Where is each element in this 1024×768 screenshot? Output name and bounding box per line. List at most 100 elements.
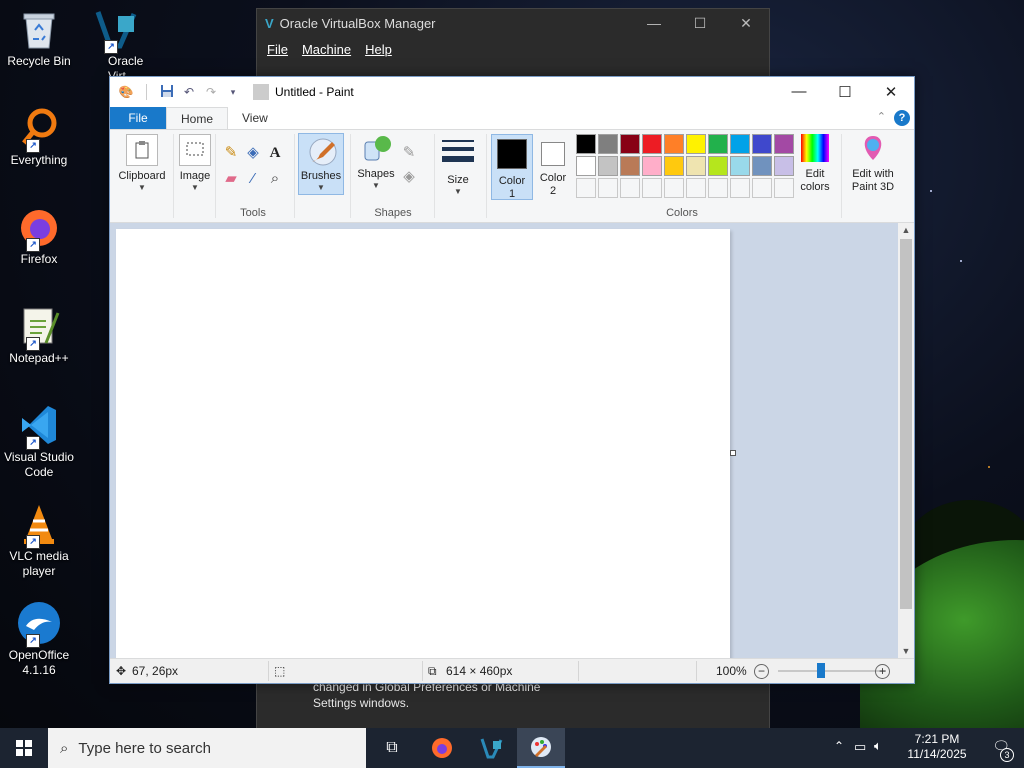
zoom-in-button[interactable]: + (875, 664, 890, 679)
menu-machine[interactable]: Machine (302, 42, 351, 57)
fill-icon[interactable]: ◈ (400, 168, 418, 186)
task-view-button[interactable]: ⧉ (368, 728, 416, 768)
drawing-canvas[interactable] (116, 229, 730, 658)
scroll-up-icon[interactable]: ▲ (898, 223, 914, 237)
divider (253, 84, 269, 100)
clipboard-label: Clipboard (118, 170, 166, 182)
vertical-scrollbar[interactable]: ▲ ▼ (898, 223, 914, 658)
close-button[interactable]: ✕ (723, 15, 769, 32)
size-button[interactable]: Size ▼ (438, 136, 478, 196)
start-button[interactable] (0, 728, 48, 768)
shapes-button-label: Shapes (357, 168, 395, 180)
colors-label: Colors (666, 207, 698, 219)
minimize-button[interactable]: — (631, 15, 677, 32)
magnifier-icon[interactable]: ⌕ (266, 170, 284, 188)
scroll-down-icon[interactable]: ▼ (898, 644, 914, 658)
undo-icon[interactable]: ↶ (181, 84, 197, 100)
desktop-icon-recycle-bin[interactable]: Recycle Bin (0, 0, 78, 69)
desktop-icon-openoffice[interactable]: ↗ OpenOffice 4.1.16 (0, 594, 78, 678)
taskbar-virtualbox[interactable] (468, 728, 516, 768)
tab-file[interactable]: File (110, 107, 166, 129)
close-button[interactable]: ✕ (868, 83, 914, 101)
redo-icon[interactable]: ↷ (203, 84, 219, 100)
color1-button[interactable]: Color 1 (491, 134, 533, 200)
image-button[interactable]: Image ▼ (176, 134, 214, 192)
brushes-button[interactable]: Brushes ▼ (298, 133, 344, 195)
divider (173, 134, 174, 218)
desktop-icon-virtualbox[interactable]: ↗ Oracle Virt (78, 0, 156, 84)
paint3d-label: Edit with (852, 168, 894, 180)
shortcut-arrow-icon: ↗ (26, 634, 40, 648)
vscode-icon: ↗ (16, 402, 62, 450)
scrollbar-thumb[interactable] (900, 239, 912, 609)
maximize-button[interactable]: ☐ (822, 83, 868, 101)
desktop-icon-vlc[interactable]: ↗ VLC media player (0, 495, 78, 579)
eraser-icon[interactable]: ▰ (222, 170, 240, 188)
shortcut-arrow-icon: ↗ (26, 337, 40, 351)
edit-with-paint3d-button[interactable]: Edit with Paint 3D (846, 134, 900, 194)
desktop-icon-label: VLC media player (9, 549, 69, 578)
help-icon[interactable]: ? (894, 110, 910, 126)
zoom-slider-thumb[interactable] (817, 663, 825, 678)
zoom-out-button[interactable]: − (754, 664, 769, 679)
divider (486, 134, 487, 218)
network-icon[interactable]: ▭ (854, 739, 866, 755)
volume-muted-icon[interactable]: 🔈︎ (874, 738, 882, 754)
taskbar-paint[interactable] (517, 728, 565, 768)
canvas-workspace (110, 223, 898, 658)
pencil-icon[interactable]: ✎ (222, 144, 240, 162)
paint-window[interactable]: 🎨 ↶ ↷ ▾ Untitled - Paint — ☐ ✕ File Home… (109, 76, 915, 684)
star (988, 466, 990, 468)
canvas-resize-handle[interactable] (730, 450, 736, 456)
notepadpp-icon: ↗ (16, 303, 62, 351)
color-picker-icon[interactable]: ⁄ (244, 170, 262, 188)
system-tray: ⌃ ▭ 🔈︎ 7:21 PM 11/14/2025 🗨︎ 3 (824, 728, 1024, 768)
edit-colors-button[interactable]: Edit colors (794, 134, 836, 194)
divider (578, 661, 579, 681)
minimize-button[interactable]: — (776, 83, 822, 101)
virtualbox-icon (480, 738, 503, 759)
collapse-ribbon-icon[interactable]: ⌃ (877, 110, 886, 123)
chevron-down-icon: ▼ (138, 183, 146, 192)
chevron-down-icon: ▼ (191, 183, 199, 192)
taskbar-clock[interactable]: 7:21 PM 11/14/2025 (906, 732, 968, 762)
desktop-icon-firefox[interactable]: ↗ Firefox (0, 198, 78, 267)
menu-file[interactable]: File (267, 42, 288, 57)
outline-icon[interactable]: ✎ (400, 144, 418, 162)
fill-bucket-icon[interactable]: ◈ (244, 144, 262, 162)
color1-label-number: 1 (508, 188, 516, 200)
tab-home[interactable]: Home (166, 107, 229, 129)
color1-swatch (497, 139, 527, 169)
recycle-bin-icon (16, 6, 62, 52)
color2-button[interactable]: Color 2 (534, 134, 572, 198)
paint-titlebar[interactable]: 🎨 ↶ ↷ ▾ Untitled - Paint — ☐ ✕ (110, 77, 914, 107)
zoom-slider-track[interactable] (778, 670, 886, 672)
menu-help[interactable]: Help (365, 42, 392, 57)
taskbar-search-box[interactable]: ⌕ Type here to search (48, 728, 366, 768)
divider (422, 661, 423, 681)
vbox-menubar: File Machine Help (257, 37, 769, 61)
cursor-position-icon: ✥ (116, 664, 127, 678)
customize-quick-access-icon[interactable]: ▾ (225, 84, 241, 100)
desktop: Recycle Bin ↗ Oracle Virt ↗ Everything ↗… (0, 0, 1024, 728)
desktop-icon-everything[interactable]: ↗ Everything (0, 99, 78, 168)
shapes-icon (361, 134, 391, 164)
clipboard-button[interactable]: Clipboard ▼ (116, 134, 168, 192)
virtualbox-icon: ↗ (94, 6, 140, 54)
desktop-icon-notepadpp[interactable]: ↗ Notepad++ (0, 297, 78, 366)
shapes-button[interactable]: Shapes ▼ (354, 134, 398, 190)
show-hidden-icons-chevron-icon[interactable]: ⌃ (834, 739, 844, 753)
paint-title: Untitled - Paint (275, 85, 354, 99)
text-icon[interactable]: A (266, 144, 284, 162)
vbox-titlebar[interactable]: V Oracle VirtualBox Manager — ☐ ✕ (257, 9, 769, 37)
color2-label: Color (539, 172, 567, 184)
color2-label-number: 2 (549, 185, 557, 197)
divider (696, 661, 697, 681)
maximize-button[interactable]: ☐ (677, 15, 723, 32)
windows-logo-icon (16, 740, 32, 756)
tab-view[interactable]: View (228, 107, 282, 129)
taskbar-firefox[interactable] (418, 728, 466, 768)
shapes-label: Shapes (374, 207, 412, 219)
save-icon[interactable] (159, 84, 175, 100)
desktop-icon-vscode[interactable]: ↗ Visual Studio Code (0, 396, 78, 480)
